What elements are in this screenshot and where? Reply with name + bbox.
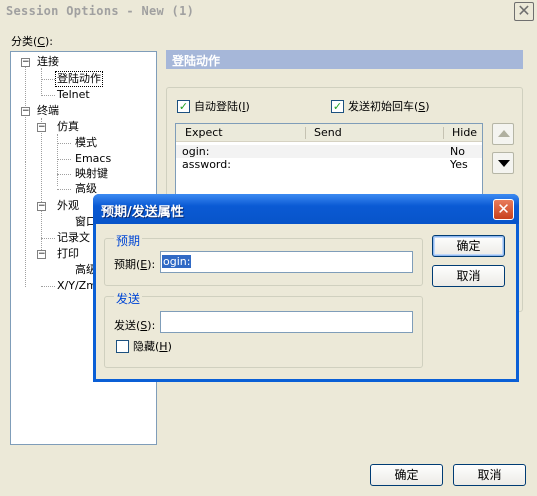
collapse-printing-icon[interactable]: −: [37, 250, 46, 259]
dialog-title-bar[interactable]: 预期/发送属性 ✕: [93, 194, 519, 224]
tree-line: [57, 189, 71, 190]
send-input[interactable]: [160, 311, 413, 333]
column-separator[interactable]: [443, 127, 444, 139]
window-title: Session Options - New (1): [6, 4, 195, 18]
send-group-legend: 发送: [114, 290, 143, 307]
auto-login-checkbox[interactable]: ✓: [177, 99, 190, 113]
send-initial-cr-checkbox[interactable]: ✓: [331, 99, 344, 113]
title-bar: Session Options - New (1) ✕: [0, 0, 537, 22]
list-header: Expect Send Hide: [176, 124, 482, 142]
tree-item-terminal[interactable]: 终端: [37, 104, 59, 118]
tree-item-appearance[interactable]: 外观: [57, 199, 79, 213]
send-field-label: 发送(S):: [114, 319, 156, 332]
list-row[interactable]: ogin: No: [176, 145, 482, 158]
tree-item-log-file[interactable]: 记录文: [57, 231, 90, 245]
column-separator[interactable]: [305, 127, 306, 139]
category-label: 分类(C):: [11, 35, 53, 48]
column-header-hide[interactable]: Hide: [452, 126, 477, 139]
tree-line: [41, 238, 55, 239]
cancel-button[interactable]: 取消: [453, 464, 526, 486]
expect-group-legend: 预期: [114, 232, 143, 249]
dialog-ok-button[interactable]: 确定: [432, 235, 505, 257]
cell-hide: Yes: [450, 158, 468, 171]
expect-field-label: 预期(E):: [114, 258, 156, 271]
cell-hide: No: [450, 145, 465, 158]
tree-item-login-actions[interactable]: 登陆动作: [55, 71, 103, 87]
send-initial-cr-label: 发送初始回车(S): [348, 100, 430, 113]
dialog-cancel-button[interactable]: 取消: [432, 265, 505, 287]
tree-line: [57, 143, 71, 144]
window-close-button[interactable]: ✕: [514, 2, 534, 21]
down-arrow-icon: [498, 160, 510, 167]
tree-item-emulation[interactable]: 仿真: [57, 120, 79, 134]
tree-item-mapped-keys[interactable]: 映射键: [75, 167, 108, 181]
expect-send-list[interactable]: Expect Send Hide ogin: No assword: Yes: [175, 123, 483, 203]
tree-line: [41, 286, 55, 287]
tree-item-printing[interactable]: 打印: [57, 247, 79, 261]
dialog-title: 预期/发送属性: [101, 205, 184, 220]
close-icon: ✕: [497, 200, 510, 218]
tree-line: [41, 68, 42, 96]
collapse-terminal-icon[interactable]: −: [21, 107, 30, 116]
column-header-send[interactable]: Send: [314, 126, 342, 139]
move-down-button[interactable]: [492, 152, 514, 174]
tree-line: [41, 95, 55, 96]
tree-line: [57, 134, 58, 186]
up-arrow-icon: [498, 130, 510, 137]
tree-item-emacs[interactable]: Emacs: [75, 152, 111, 166]
move-up-button[interactable]: [492, 123, 514, 145]
collapse-appearance-icon[interactable]: −: [37, 202, 46, 211]
dialog-body: 预期 预期(E): ogin: 发送 发送(S): 隐藏(H) 确定 取消: [96, 224, 516, 379]
tree-item-telnet[interactable]: Telnet: [57, 88, 90, 102]
collapse-emulation-icon[interactable]: −: [37, 123, 46, 132]
hide-checkbox[interactable]: [116, 339, 129, 353]
tree-line: [57, 174, 71, 175]
cell-expect: ogin:: [182, 145, 210, 158]
expect-send-properties-dialog: 预期/发送属性 ✕ 预期 预期(E): ogin: 发送 发送(S): 隐藏(H…: [93, 194, 519, 382]
section-header: 登陆动作: [166, 50, 523, 69]
tree-line: [25, 162, 26, 287]
auto-login-label: 自动登陆(I): [194, 100, 250, 113]
tree-item-connection[interactable]: 连接: [37, 55, 59, 69]
cell-expect: assword:: [182, 158, 231, 171]
collapse-connection-icon[interactable]: −: [21, 58, 30, 67]
tree-line: [41, 118, 42, 252]
hide-option[interactable]: 隐藏(H): [116, 338, 172, 354]
tree-item-modes[interactable]: 模式: [75, 136, 97, 150]
column-header-expect[interactable]: Expect: [185, 126, 223, 139]
dialog-close-button[interactable]: ✕: [493, 199, 514, 220]
close-icon: ✕: [517, 1, 531, 20]
auto-login-option[interactable]: ✓ 自动登陆(I): [177, 98, 250, 114]
list-row[interactable]: assword: Yes: [176, 158, 482, 171]
expect-input-value: ogin:: [162, 255, 192, 268]
tree-line: [57, 159, 71, 160]
tree-item-advanced[interactable]: 高级: [75, 182, 97, 196]
tree-line: [41, 79, 55, 80]
send-initial-cr-option[interactable]: ✓ 发送初始回车(S): [331, 98, 430, 114]
hide-label: 隐藏(H): [133, 340, 172, 353]
expect-input[interactable]: ogin:: [160, 251, 413, 273]
ok-button[interactable]: 确定: [370, 464, 443, 486]
